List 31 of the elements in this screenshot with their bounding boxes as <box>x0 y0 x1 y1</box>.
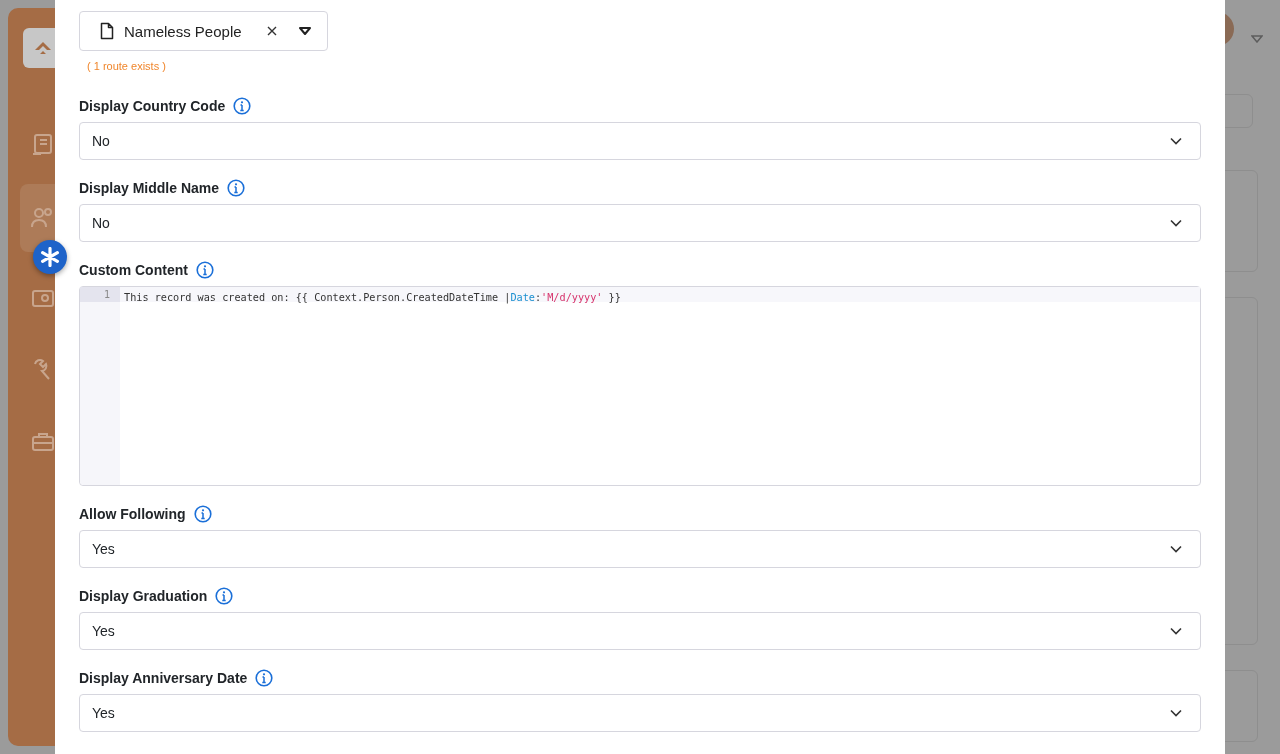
chevron-down-icon <box>1170 709 1182 717</box>
chevron-down-icon <box>1170 219 1182 227</box>
select-field[interactable]: Yes <box>79 530 1201 568</box>
field-label: Display Middle Name <box>79 180 220 196</box>
field-label: Custom Content <box>79 262 188 278</box>
info-icon[interactable] <box>233 97 252 115</box>
select-field[interactable]: No <box>79 122 1201 160</box>
code-line: This record was created on: {{ Context.Person.CreatedDateTime |Date:'M/d/yyyy' }} <box>123 292 621 303</box>
field-label: Allow Following <box>79 506 186 522</box>
chevron-down-icon <box>1170 545 1182 553</box>
asterisk-badge[interactable] <box>33 240 67 274</box>
field-label: Display Graduation <box>79 588 208 604</box>
document-icon <box>100 22 114 40</box>
route-hint: ( 1 route exists ) <box>87 59 167 73</box>
info-icon[interactable] <box>195 261 214 279</box>
line-number: 1 <box>80 287 120 302</box>
chevron-down-icon <box>1170 137 1182 145</box>
field-label: Display Country Code <box>79 98 226 114</box>
info-icon[interactable] <box>215 587 234 605</box>
field-label: Display Anniversary Date <box>79 670 248 686</box>
page-name: Nameless People <box>124 22 243 40</box>
info-icon[interactable] <box>255 669 274 687</box>
dropdown-icon[interactable] <box>299 27 311 35</box>
chevron-down-icon <box>1170 627 1182 635</box>
select-field[interactable]: Yes <box>79 694 1201 732</box>
page-select[interactable]: Nameless People <box>79 11 328 51</box>
clear-icon[interactable] <box>267 26 277 36</box>
info-icon[interactable] <box>227 179 246 197</box>
info-icon[interactable] <box>193 505 212 523</box>
select-field[interactable]: Yes <box>79 612 1201 650</box>
select-field[interactable]: No <box>79 204 1201 242</box>
